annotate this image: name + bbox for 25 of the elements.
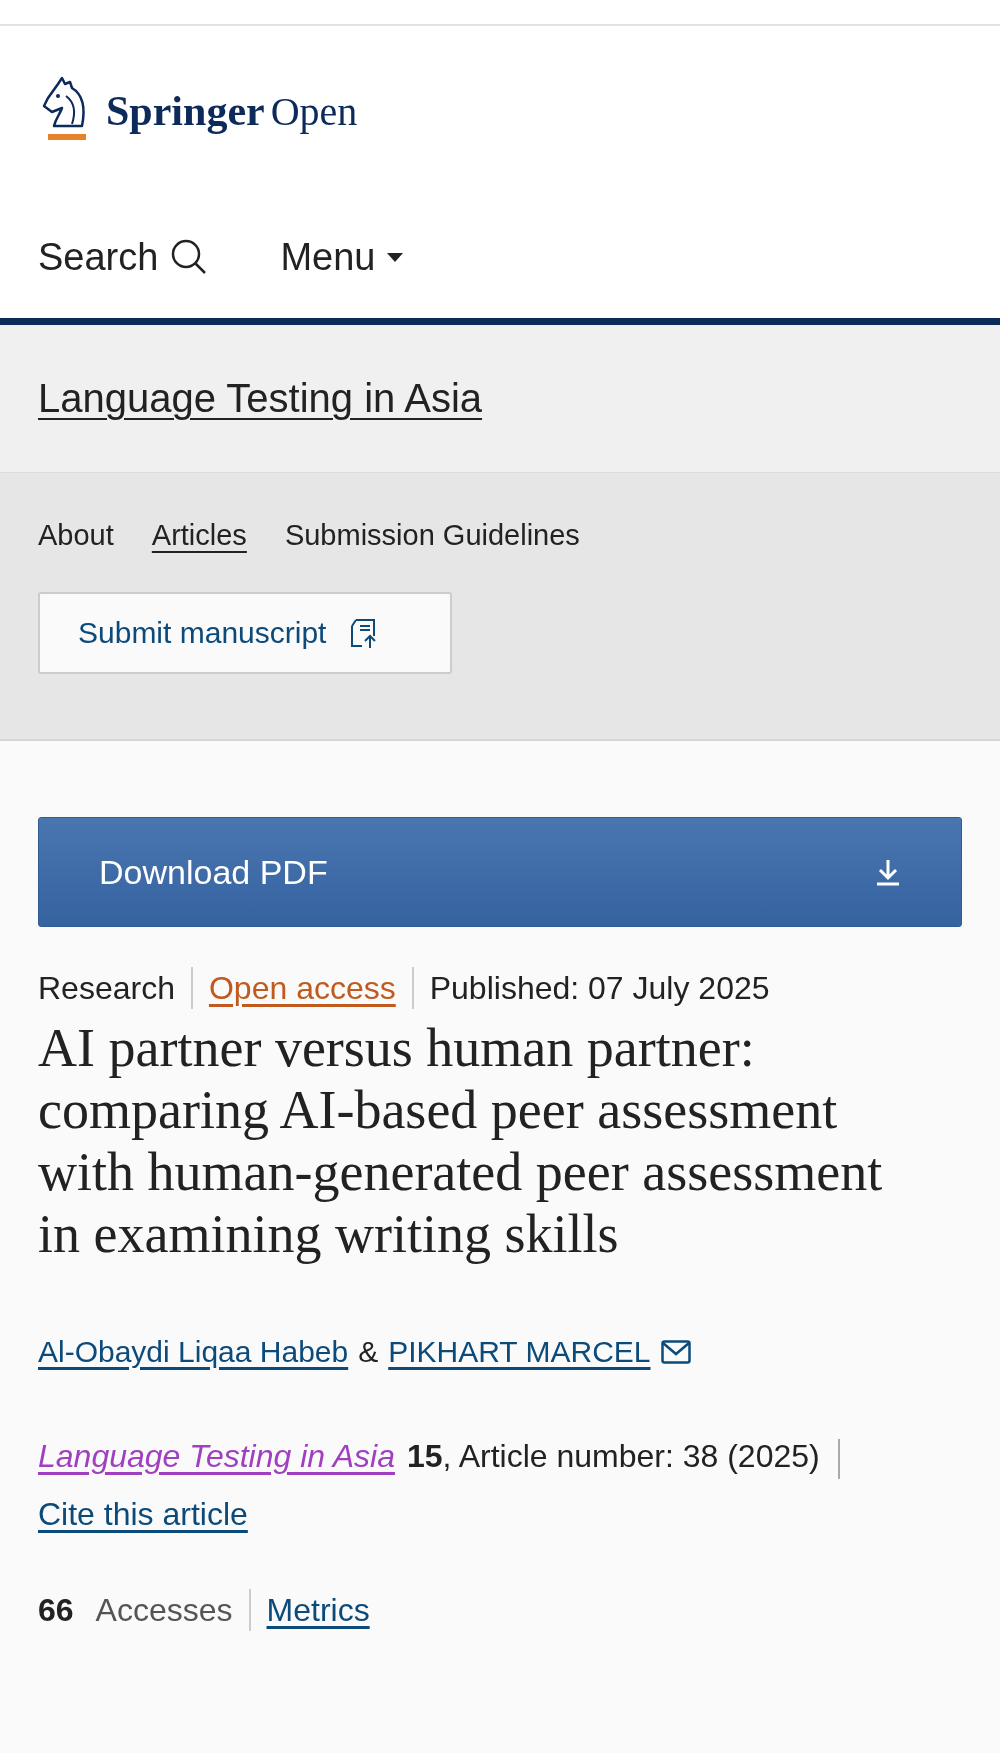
author-separator: &: [358, 1335, 379, 1369]
menu-button[interactable]: Menu: [280, 235, 404, 279]
article-title: AI partner versus human partner: comparing AI-based peer assessment with human-generated peer assessment in examining writing skills: [38, 1017, 884, 1265]
download-icon: [875, 858, 901, 886]
logo-wordmark[interactable]: SpringerOpen: [106, 87, 358, 135]
journal-nav-link[interactable]: Submission Guidelines: [284, 519, 580, 552]
cite-link[interactable]: Cite this article: [38, 1496, 248, 1532]
journal-title-link[interactable]: Language Testing in Asia: [38, 376, 483, 421]
open-access-link[interactable]: Open access: [208, 968, 396, 1008]
journal-link[interactable]: Language Testing in Asia: [38, 1438, 395, 1474]
citation-details: 15, Article number: 38 (2025): [407, 1438, 820, 1474]
journal-nav-link[interactable]: About: [38, 519, 114, 552]
author-link[interactable]: Al-Obaydi Liqaa Habeb: [38, 1335, 349, 1369]
article-type: Research: [38, 969, 175, 1008]
submit-manuscript-button[interactable]: Submit manuscript: [38, 592, 452, 674]
access-count: 66: [38, 1591, 74, 1629]
journal-nav-link[interactable]: Articles: [151, 519, 247, 552]
accesses-label: Accesses: [95, 1591, 233, 1629]
published-date: Published: 07 July 2025: [429, 969, 770, 1008]
metrics-link[interactable]: Metrics: [266, 1591, 370, 1629]
download-pdf-button[interactable]: Download PDF: [38, 817, 962, 927]
author-link[interactable]: PIKHART MARCEL: [388, 1335, 651, 1369]
caret-icon: [387, 252, 404, 262]
mail-icon[interactable]: [660, 1340, 691, 1364]
search-button[interactable]: Search: [38, 235, 209, 279]
